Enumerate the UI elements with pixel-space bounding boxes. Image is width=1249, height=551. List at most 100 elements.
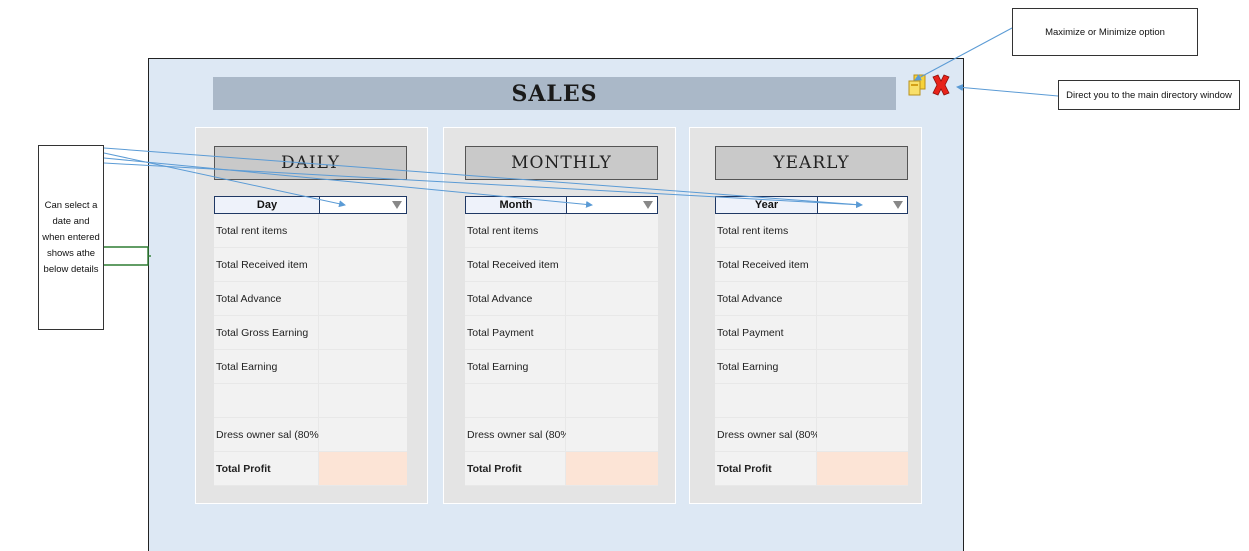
row-label: Total Advance — [715, 282, 817, 315]
row-value — [566, 282, 658, 315]
table-row: Dress owner sal (80%) — [214, 418, 407, 452]
yearly-panel: YEARLY Year Total rent items Total Recei… — [689, 127, 922, 504]
table-row — [715, 384, 908, 418]
table-row: Total Advance — [214, 282, 407, 316]
total-profit-value — [566, 452, 658, 485]
row-label: Total Received item — [214, 248, 319, 281]
row-label: Dress owner sal (80%) — [465, 418, 573, 451]
table-row: Total Profit — [465, 452, 658, 486]
day-select[interactable]: Day — [214, 196, 407, 214]
row-label: Total Advance — [465, 282, 566, 315]
row-value — [566, 350, 658, 383]
table-row: Total Profit — [715, 452, 908, 486]
daily-panel: DAILY Day Total rent items Total Receive… — [195, 127, 428, 504]
row-value — [817, 248, 908, 281]
row-value — [566, 248, 658, 281]
dropdown-toggle[interactable] — [567, 197, 657, 213]
panel-title: DAILY — [214, 146, 407, 180]
row-label: Dress owner sal (80%) — [715, 418, 823, 451]
select-label: Month — [466, 197, 567, 213]
row-value — [817, 350, 908, 383]
select-label: Day — [215, 197, 320, 213]
row-label — [715, 384, 817, 417]
row-label: Total Earning — [214, 350, 319, 383]
chevron-down-icon — [893, 201, 903, 209]
row-label: Total Gross Earning — [214, 316, 319, 349]
table-row: Total Profit — [214, 452, 407, 486]
row-label: Total Earning — [465, 350, 566, 383]
table-row: Total Payment — [715, 316, 908, 350]
row-label — [465, 384, 566, 417]
table-row: Dress owner sal (80%) — [715, 418, 908, 452]
row-value — [817, 418, 908, 451]
table-row: Total Gross Earning — [214, 316, 407, 350]
row-label: Total rent items — [214, 214, 319, 247]
row-value — [817, 384, 908, 417]
table-row: Total Received item — [715, 248, 908, 282]
close-button[interactable] — [930, 72, 952, 98]
row-value — [319, 384, 407, 417]
table-row: Total Received item — [214, 248, 407, 282]
row-value — [817, 282, 908, 315]
row-label: Total Payment — [465, 316, 566, 349]
title-bar: SALES — [213, 77, 896, 110]
panel-title: MONTHLY — [465, 146, 658, 180]
select-note: Can select a date and when entered shows… — [38, 145, 104, 330]
panel-title: YEARLY — [715, 146, 908, 180]
yearly-table: Year Total rent items Total Received ite… — [715, 196, 908, 486]
directory-note: Direct you to the main directory window — [1058, 80, 1240, 110]
total-profit-value — [319, 452, 407, 485]
total-profit-value — [817, 452, 908, 485]
chevron-down-icon — [643, 201, 653, 209]
table-row: Total Advance — [715, 282, 908, 316]
row-label: Dress owner sal (80%) — [214, 418, 322, 451]
table-row: Total rent items — [465, 214, 658, 248]
close-x-icon — [932, 74, 950, 96]
restore-window-button[interactable] — [907, 72, 927, 98]
row-label: Total Received item — [715, 248, 817, 281]
row-value — [566, 384, 658, 417]
table-row: Total Earning — [715, 350, 908, 384]
year-select[interactable]: Year — [715, 196, 908, 214]
bracket-connector — [104, 246, 151, 266]
total-profit-label: Total Profit — [465, 452, 566, 485]
table-row: Total Payment — [465, 316, 658, 350]
table-row: Total Advance — [465, 282, 658, 316]
table-row: Total Received item — [465, 248, 658, 282]
table-row — [214, 384, 407, 418]
row-value — [817, 316, 908, 349]
dropdown-toggle[interactable] — [320, 197, 406, 213]
month-select[interactable]: Month — [465, 196, 658, 214]
maximize-note: Maximize or Minimize option — [1012, 8, 1198, 56]
row-label — [214, 384, 319, 417]
table-row: Total Earning — [214, 350, 407, 384]
row-label: Total Received item — [465, 248, 566, 281]
row-value — [319, 316, 407, 349]
monthly-table: Month Total rent items Total Received it… — [465, 196, 658, 486]
row-value — [566, 214, 658, 247]
table-row: Total Earning — [465, 350, 658, 384]
row-label: Total Earning — [715, 350, 817, 383]
row-label: Total Advance — [214, 282, 319, 315]
table-row: Total rent items — [214, 214, 407, 248]
row-value — [566, 418, 658, 451]
row-value — [319, 214, 407, 247]
row-value — [319, 248, 407, 281]
row-value — [566, 316, 658, 349]
monthly-panel: MONTHLY Month Total rent items Total Rec… — [443, 127, 676, 504]
total-profit-label: Total Profit — [214, 452, 319, 485]
window-title: SALES — [511, 80, 598, 107]
table-row: Total rent items — [715, 214, 908, 248]
row-value — [319, 418, 407, 451]
total-profit-label: Total Profit — [715, 452, 817, 485]
row-label: Total Payment — [715, 316, 817, 349]
table-row — [465, 384, 658, 418]
chevron-down-icon — [392, 201, 402, 209]
row-value — [319, 350, 407, 383]
row-label: Total rent items — [715, 214, 817, 247]
restore-window-icon — [908, 74, 926, 96]
dropdown-toggle[interactable] — [818, 197, 907, 213]
table-row: Dress owner sal (80%) — [465, 418, 658, 452]
daily-table: Day Total rent items Total Received item… — [214, 196, 407, 486]
arrow-to-close — [956, 84, 1059, 97]
